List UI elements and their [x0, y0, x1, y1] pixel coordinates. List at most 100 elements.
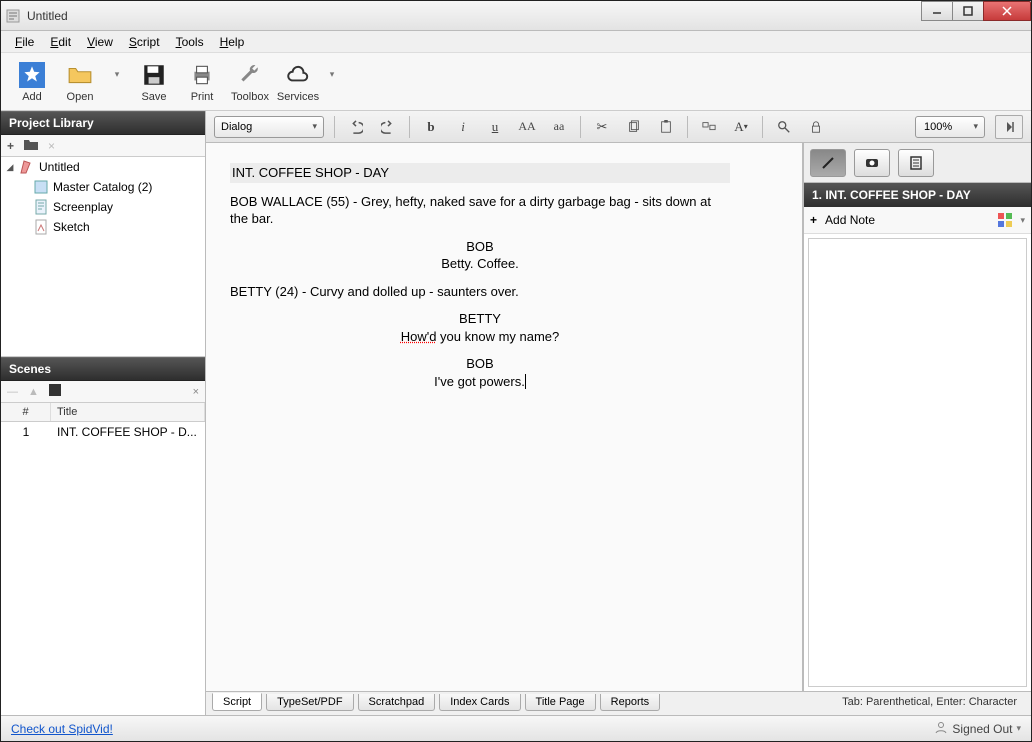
disclosure-triangle-icon[interactable]: ◢: [5, 162, 15, 173]
lock-button[interactable]: [805, 116, 827, 138]
add-item-button[interactable]: +: [7, 139, 14, 153]
menu-bar: File Edit View Script Tools Help: [1, 31, 1031, 53]
lowercase-button[interactable]: aa: [548, 116, 570, 138]
tab-title-page[interactable]: Title Page: [525, 694, 596, 711]
find-button[interactable]: [773, 116, 795, 138]
chevron-down-icon[interactable]: ▾: [1020, 215, 1025, 226]
add-note-label[interactable]: Add Note: [825, 213, 875, 227]
user-icon: [934, 720, 948, 737]
menu-script[interactable]: Script: [121, 33, 168, 51]
script-page[interactable]: INT. COFFEE SHOP - DAY BOB WALLACE (55) …: [206, 143, 803, 691]
menu-help[interactable]: Help: [212, 33, 253, 51]
element-type-dropdown[interactable]: Dialog: [214, 116, 324, 138]
chevron-down-icon[interactable]: ▾: [1016, 723, 1021, 734]
notes-area[interactable]: [808, 238, 1027, 687]
undo-button[interactable]: [345, 116, 367, 138]
tree-item-sketch[interactable]: Sketch: [1, 217, 205, 237]
underline-button[interactable]: u: [484, 116, 506, 138]
add-button[interactable]: Add: [11, 61, 53, 103]
col-number[interactable]: #: [1, 403, 51, 421]
script-content: INT. COFFEE SHOP - DAY BOB WALLACE (55) …: [230, 163, 730, 390]
scene-heading[interactable]: INT. COFFEE SHOP - DAY: [230, 163, 730, 183]
tree-item-master-catalog[interactable]: Master Catalog (2): [1, 177, 205, 197]
media-tab[interactable]: [854, 149, 890, 177]
tab-scratchpad[interactable]: Scratchpad: [358, 694, 436, 711]
print-button[interactable]: Print: [181, 61, 223, 103]
remove-item-button[interactable]: ×: [48, 139, 55, 153]
close-button[interactable]: [983, 1, 1031, 21]
tree-item-screenplay[interactable]: Screenplay: [1, 197, 205, 217]
print-icon: [188, 61, 216, 89]
chevron-down-icon: ▾: [318, 61, 346, 89]
toolbox-button[interactable]: Toolbox: [229, 61, 271, 103]
tab-script[interactable]: Script: [212, 693, 262, 711]
dual-dialog-button[interactable]: [698, 116, 720, 138]
text-style-button[interactable]: A▾: [730, 116, 752, 138]
folder-icon: [66, 61, 94, 89]
redo-button[interactable]: [377, 116, 399, 138]
folder-icon[interactable]: [24, 138, 38, 153]
menu-edit[interactable]: Edit: [42, 33, 79, 51]
sort-up-icon[interactable]: ▲: [28, 386, 39, 398]
cloud-icon: [284, 61, 312, 89]
editor-toolbar: Dialog b i u AA aa ✂ A▾: [206, 111, 1031, 143]
open-dropdown[interactable]: ▾: [107, 61, 127, 103]
tab-index-cards[interactable]: Index Cards: [439, 694, 520, 711]
main-toolbar: Add Open ▾ Save Print Toolbox Services ▾: [1, 53, 1031, 111]
scenes-table: # Title 1 INT. COFFEE SHOP - D...: [1, 403, 205, 715]
tab-reports[interactable]: Reports: [600, 694, 661, 711]
notes-tab[interactable]: [810, 149, 846, 177]
app-window: Untitled File Edit View Script Tools Hel…: [0, 0, 1032, 742]
maximize-button[interactable]: [952, 1, 984, 21]
character-cue[interactable]: BETTY: [230, 310, 730, 328]
paste-button[interactable]: [655, 116, 677, 138]
editor-body: INT. COFFEE SHOP - DAY BOB WALLACE (55) …: [206, 143, 1031, 691]
minimize-button[interactable]: [921, 1, 953, 21]
right-panel: 1. INT. COFFEE SHOP - DAY + Add Note ▾: [803, 143, 1031, 691]
menu-tools[interactable]: Tools: [168, 33, 212, 51]
dialog-block[interactable]: How'd you know my name?: [230, 328, 730, 346]
add-note-row: + Add Note ▾: [804, 207, 1031, 234]
sign-in-status[interactable]: Signed Out: [952, 722, 1012, 736]
wrench-icon: [236, 61, 264, 89]
cut-button[interactable]: ✂: [591, 116, 613, 138]
chevron-down-icon: ▾: [103, 61, 131, 89]
italic-button[interactable]: i: [452, 116, 474, 138]
tree-root[interactable]: ◢ Untitled: [1, 157, 205, 177]
character-cue[interactable]: BOB: [230, 355, 730, 373]
breakdown-tab[interactable]: [898, 149, 934, 177]
dialog-block[interactable]: I've got powers.: [230, 373, 730, 391]
menu-file[interactable]: File: [7, 33, 42, 51]
scene-color-icon[interactable]: [49, 384, 61, 399]
add-note-button[interactable]: +: [810, 213, 817, 227]
app-icon: [5, 8, 21, 24]
text-cursor: [525, 374, 526, 389]
close-panel-icon[interactable]: ×: [193, 386, 199, 398]
toggle-right-panel-button[interactable]: [995, 115, 1023, 139]
bold-button[interactable]: b: [420, 116, 442, 138]
promo-link[interactable]: Check out SpidVid!: [11, 722, 113, 736]
action-block[interactable]: BETTY (24) - Curvy and dolled up - saunt…: [230, 283, 730, 301]
col-title[interactable]: Title: [51, 403, 205, 421]
project-tree: ◢ Untitled Master Catalog (2) Screenplay…: [1, 157, 205, 357]
open-button[interactable]: Open: [59, 61, 101, 103]
keyboard-hint: Tab: Parenthetical, Enter: Character: [834, 694, 1025, 710]
action-block[interactable]: BOB WALLACE (55) - Grey, hefty, naked sa…: [230, 193, 730, 228]
sort-none-icon[interactable]: —: [7, 386, 18, 398]
scene-row[interactable]: 1 INT. COFFEE SHOP - D...: [1, 422, 205, 442]
dialog-block[interactable]: Betty. Coffee.: [230, 255, 730, 273]
menu-view[interactable]: View: [79, 33, 121, 51]
services-button[interactable]: Services: [277, 61, 319, 103]
copy-button[interactable]: [623, 116, 645, 138]
uppercase-button[interactable]: AA: [516, 116, 538, 138]
tab-typeset[interactable]: TypeSet/PDF: [266, 694, 353, 711]
note-color-picker[interactable]: [998, 213, 1012, 227]
character-cue[interactable]: BOB: [230, 238, 730, 256]
services-dropdown[interactable]: ▾: [325, 61, 339, 103]
screenplay-icon: [33, 199, 49, 215]
star-icon: [18, 61, 46, 89]
save-button[interactable]: Save: [133, 61, 175, 103]
status-right: Signed Out ▾: [934, 720, 1021, 737]
project-icon: [19, 159, 35, 175]
zoom-dropdown[interactable]: 100%: [915, 116, 985, 138]
